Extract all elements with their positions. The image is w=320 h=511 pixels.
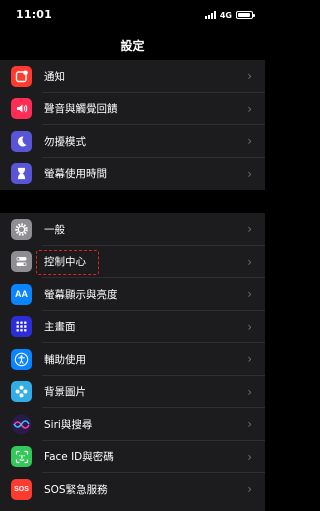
row-label: 通知 [44,70,65,83]
settings-row-emergency-sos[interactable]: SOS SOS緊急服務 › [0,473,265,506]
status-indicators: 4G [204,9,255,21]
settings-group-general: 一般 › 控制中心 › AA 螢幕顯示與亮度 › 主畫面 › 輔助使用 › 背景… [0,213,265,511]
chevron-right-icon: › [247,254,252,269]
settings-row-face-id-passcode[interactable]: Face ID與密碼 › [0,441,265,473]
row-label: 勿擾模式 [44,135,86,148]
chevron-right-icon: › [247,482,252,497]
row-label: Siri與搜尋 [44,418,93,431]
battery-level [238,13,250,17]
notification-icon [11,65,32,87]
sos-icon: SOS [11,478,32,500]
speaker-icon [11,98,32,120]
cellular-signal-icon [204,11,216,19]
settings-row-general[interactable]: 一般 › [0,213,265,246]
hourglass-icon [11,163,32,185]
gear-icon [11,218,32,240]
settings-row-siri-search[interactable]: Siri與搜尋 › [0,408,265,441]
row-label: Face ID與密碼 [44,451,114,464]
row-label: 一般 [44,223,65,236]
settings-row-wallpaper[interactable]: 背景圖片 › [0,376,265,408]
settings-group-notifications: 通知 › 聲音與觸覺回饋 › 勿擾模式 › 螢幕使用時間 › [0,60,265,190]
network-type: 4G [219,10,232,20]
accessibility-icon [11,348,32,370]
chevron-right-icon: › [247,69,252,84]
row-label: 螢幕顯示與亮度 [44,288,118,301]
chevron-right-icon: › [247,384,252,399]
chevron-right-icon: › [247,417,252,432]
row-label: 背景圖片 [44,386,86,399]
row-label: SOS緊急服務 [44,483,108,496]
chevron-right-icon: › [247,101,252,116]
chevron-right-icon: › [247,319,252,334]
home-grid-icon [11,316,32,338]
battery-icon [236,11,255,19]
status-bar: 11:01 4G [0,0,265,30]
faceid-icon [11,446,32,468]
chevron-right-icon: › [247,449,252,464]
settings-row-control-center[interactable]: 控制中心 › [0,246,265,278]
chevron-right-icon: › [247,287,252,302]
settings-row-do-not-disturb[interactable]: 勿擾模式 › [0,125,265,158]
moon-icon [11,130,32,152]
highlight-annotation-box [36,249,99,275]
chevron-right-icon: › [247,352,252,367]
settings-row-sounds[interactable]: 聲音與觸覺回饋 › [0,93,265,125]
settings-row-home-screen[interactable]: 主畫面 › [0,311,265,343]
row-label: 輔助使用 [44,353,86,366]
row-label: 主畫面 [44,321,76,334]
row-label: 螢幕使用時間 [44,168,107,181]
toggles-icon [11,251,32,273]
chevron-right-icon: › [247,222,252,237]
settings-row-display-brightness[interactable]: AA 螢幕顯示與亮度 › [0,278,265,311]
chevron-right-icon: › [247,166,252,181]
wallpaper-icon [11,381,32,403]
status-time: 11:01 [16,8,53,21]
settings-row-screen-time[interactable]: 螢幕使用時間 › [0,158,265,191]
siri-icon [11,413,32,435]
row-label: 聲音與觸覺回饋 [44,103,118,116]
page-title: 設定 [120,39,145,53]
text-size-icon: AA [11,283,32,305]
chevron-right-icon: › [247,134,252,149]
settings-row-accessibility[interactable]: 輔助使用 › [0,343,265,376]
settings-row-notifications[interactable]: 通知 › [0,60,265,93]
